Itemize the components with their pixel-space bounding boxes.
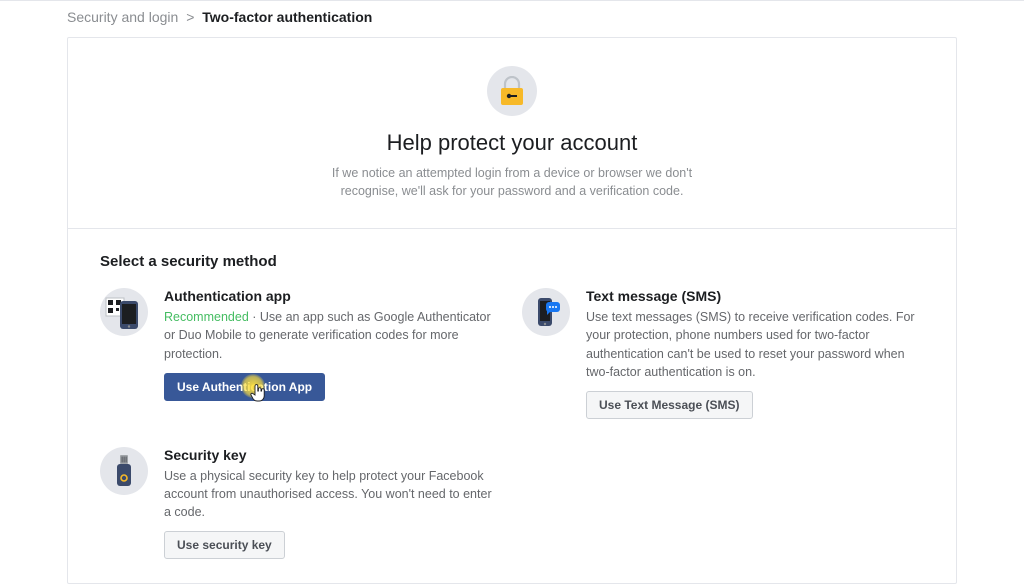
qr-phone-icon [100, 288, 148, 336]
hero-title: Help protect your account [88, 130, 936, 156]
section-title: Select a security method [100, 253, 924, 270]
breadcrumb: Security and login > Two-factor authenti… [67, 1, 957, 37]
recommended-label: Recommended [164, 310, 249, 324]
main-panel: Help protect your account If we notice a… [67, 37, 957, 584]
breadcrumb-current: Two-factor authentication [202, 9, 372, 25]
security-key-description: Use a physical security key to help prot… [164, 467, 502, 521]
auth-app-title: Authentication app [164, 288, 502, 304]
lock-icon [487, 66, 537, 116]
security-key-icon [100, 447, 148, 495]
use-security-key-button[interactable]: Use security key [164, 531, 285, 559]
hero-section: Help protect your account If we notice a… [68, 38, 956, 229]
breadcrumb-parent[interactable]: Security and login [67, 9, 178, 25]
hero-description: If we notice an attempted login from a d… [322, 164, 702, 200]
separator-dot: · [252, 310, 256, 324]
security-key-title: Security key [164, 447, 502, 463]
use-auth-app-button[interactable]: Use Authentication App [164, 373, 325, 401]
sms-phone-icon [522, 288, 570, 336]
method-auth-app: Authentication app Recommended · Use an … [100, 288, 502, 419]
use-sms-button[interactable]: Use Text Message (SMS) [586, 391, 753, 419]
method-sms: Text message (SMS) Use text messages (SM… [522, 288, 924, 419]
breadcrumb-separator: > [186, 9, 194, 25]
auth-app-description: Recommended · Use an app such as Google … [164, 308, 502, 362]
method-security-key: Security key Use a physical security key… [100, 447, 502, 559]
sms-title: Text message (SMS) [586, 288, 924, 304]
sms-description: Use text messages (SMS) to receive verif… [586, 308, 924, 381]
content-section: Select a security method [68, 229, 956, 583]
